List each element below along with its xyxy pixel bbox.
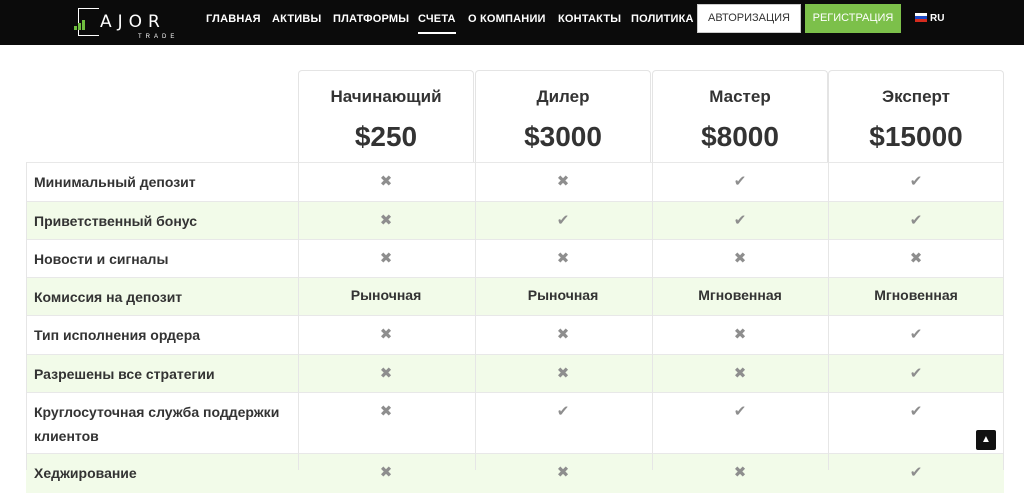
cross-icon: ✖ — [733, 464, 747, 481]
check-icon: ✔ — [909, 212, 923, 229]
check-icon: ✔ — [909, 464, 923, 481]
row-label: Приветственный бонус — [34, 213, 198, 229]
nav-item-accounts[interactable]: СЧЕТА — [418, 13, 456, 34]
top-navbar: AJOR TRADE ГЛАВНАЯ АКТИВЫ ПЛАТФОРМЫ СЧЕТ… — [0, 0, 1024, 45]
cross-icon: ✖ — [379, 464, 393, 481]
cross-icon: ✖ — [556, 250, 570, 267]
plan-name: Начинающий — [330, 87, 442, 106]
login-button[interactable]: АВТОРИЗАЦИЯ — [697, 4, 801, 33]
plan-header-expert: Эксперт $15000 — [828, 70, 1004, 162]
plan-price: $15000 — [869, 121, 963, 152]
cross-icon: ✖ — [733, 365, 747, 382]
logo-subtext: TRADE — [138, 34, 179, 40]
plan-header-beginner: Начинающий $250 — [298, 70, 474, 162]
nav-item-platforms[interactable]: ПЛАТФОРМЫ — [333, 13, 409, 25]
plan-name: Мастер — [709, 87, 771, 106]
table-row: Хеджирование ✖ ✖ ✖ ✔ — [26, 453, 1004, 493]
cross-icon: ✖ — [556, 326, 570, 343]
cell-value: Рыночная — [350, 287, 422, 303]
logo[interactable]: AJOR TRADE — [74, 8, 174, 40]
russian-flag-icon — [915, 13, 927, 22]
nav-item-home[interactable]: ГЛАВНАЯ — [206, 13, 261, 25]
plans-comparison-table: Начинающий $250 Дилер $3000 Мастер $8000… — [26, 70, 1004, 493]
column-divider — [26, 162, 27, 470]
table-row: Новости и сигналы ✖ ✖ ✖ ✖ — [26, 239, 1004, 277]
plan-price: $8000 — [701, 121, 779, 152]
cross-icon: ✖ — [733, 250, 747, 267]
cross-icon: ✖ — [733, 326, 747, 343]
check-icon: ✔ — [733, 212, 747, 229]
check-icon: ✔ — [909, 365, 923, 382]
row-label: Минимальный депозит — [34, 174, 196, 190]
column-divider — [1003, 162, 1004, 470]
check-icon: ✔ — [733, 173, 747, 190]
row-label: Разрешены все стратегии — [34, 366, 215, 382]
check-icon: ✔ — [556, 403, 570, 420]
language-label: RU — [930, 13, 945, 24]
check-icon: ✔ — [909, 326, 923, 343]
cross-icon: ✖ — [379, 403, 393, 420]
plan-header-dealer: Дилер $3000 — [475, 70, 651, 162]
row-label: Хеджирование — [34, 465, 137, 481]
cross-icon: ✖ — [556, 173, 570, 190]
language-selector[interactable]: RU — [915, 13, 944, 24]
check-icon: ✔ — [909, 173, 923, 190]
table-row: Минимальный депозит ✖ ✖ ✔ ✔ — [26, 162, 1004, 201]
table-row: Разрешены все стратегии ✖ ✖ ✖ ✔ — [26, 354, 1004, 392]
column-divider — [475, 162, 476, 470]
row-label: Новости и сигналы — [34, 251, 169, 267]
nav-item-policy[interactable]: ПОЛИТИКА — [631, 13, 694, 25]
table-row: Приветственный бонус ✖ ✔ ✔ ✔ — [26, 201, 1004, 239]
cross-icon: ✖ — [556, 365, 570, 382]
nav-item-contacts[interactable]: КОНТАКТЫ — [558, 13, 621, 25]
cross-icon: ✖ — [556, 464, 570, 481]
row-label: Круглосуточная служба поддержки клиентов — [34, 404, 280, 444]
table-row: Круглосуточная служба поддержки клиентов… — [26, 392, 1004, 453]
plan-name: Эксперт — [881, 87, 951, 106]
row-label: Комиссия на депозит — [34, 289, 183, 305]
row-label: Тип исполнения ордера — [34, 327, 201, 343]
scroll-to-top-button[interactable]: ▲ — [976, 430, 996, 450]
check-icon: ✔ — [909, 403, 923, 420]
cross-icon: ✖ — [379, 365, 393, 382]
cell-value: Мгновенная — [874, 287, 958, 303]
column-divider — [828, 162, 829, 470]
logo-bars-icon — [74, 18, 88, 30]
cross-icon: ✖ — [379, 173, 393, 190]
cell-value: Рыночная — [527, 287, 599, 303]
cross-icon: ✖ — [909, 250, 923, 267]
cross-icon: ✖ — [379, 326, 393, 343]
cross-icon: ✖ — [379, 250, 393, 267]
plan-price: $3000 — [524, 121, 602, 152]
cell-value: Мгновенная — [698, 287, 782, 303]
table-row: Тип исполнения ордера ✖ ✖ ✖ ✔ — [26, 315, 1004, 354]
column-divider — [298, 162, 299, 470]
table-row: Комиссия на депозит Рыночная Рыночная Мгнов… — [26, 277, 1004, 315]
logo-text: AJOR — [100, 12, 166, 32]
plan-name: Дилер — [536, 87, 590, 106]
plan-header-master: Мастер $8000 — [652, 70, 828, 162]
column-divider — [652, 162, 653, 470]
check-icon: ✔ — [556, 212, 570, 229]
check-icon: ✔ — [733, 403, 747, 420]
nav-item-about[interactable]: О КОМПАНИИ — [468, 13, 546, 25]
plan-price: $250 — [354, 121, 418, 152]
register-button[interactable]: РЕГИСТРАЦИЯ — [805, 4, 901, 33]
cross-icon: ✖ — [379, 212, 393, 229]
nav-item-assets[interactable]: АКТИВЫ — [272, 13, 321, 25]
